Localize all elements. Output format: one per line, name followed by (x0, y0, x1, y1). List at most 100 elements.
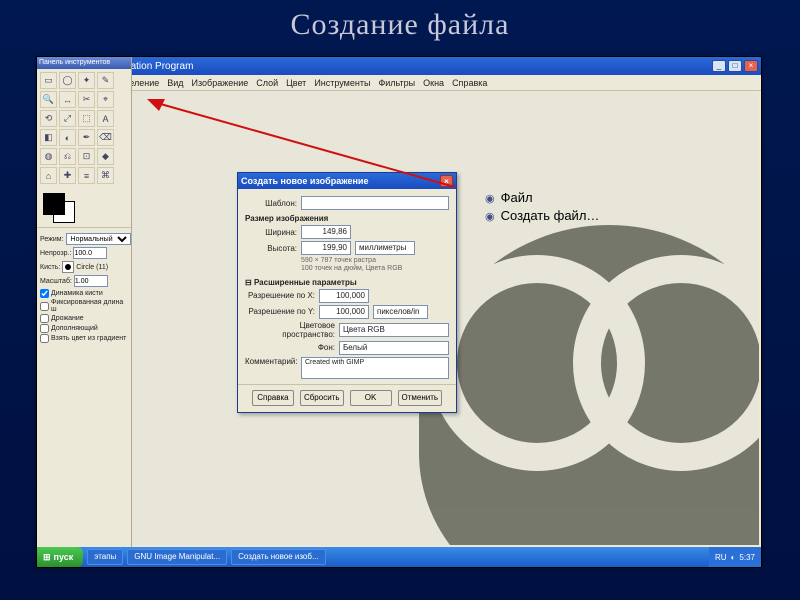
option-check-4[interactable]: Взять цвет из градиент (40, 334, 128, 343)
instruction-bullets: Файл Создать файл… (485, 187, 599, 226)
tool-icon-6[interactable]: ✂ (78, 91, 95, 108)
tool-icon-10[interactable]: ⬚ (78, 110, 95, 127)
tool-icon-2[interactable]: ✦ (78, 72, 95, 89)
foreground-swatch[interactable] (43, 193, 65, 215)
color-swatches[interactable] (41, 193, 127, 223)
app-titlebar: GNU Image Manipulation Program _ □ × (37, 57, 761, 75)
option-check-2[interactable]: Дрожание (40, 314, 128, 323)
width-input[interactable]: 149,86 (301, 225, 351, 239)
bullet-create: Создать файл… (485, 208, 599, 223)
option-checkbox-4[interactable] (40, 334, 49, 343)
reset-button[interactable]: Сбросить (300, 390, 344, 406)
size-section-label: Размер изображения (245, 214, 449, 223)
dpi-info: 100 точек на дюйм, Цвета RGB (301, 265, 449, 273)
tool-icon-17[interactable]: ⎌ (59, 148, 76, 165)
tool-options: Режим: Нормальный Непрозр.: Кисть: Circl… (37, 227, 131, 343)
tool-icon-7[interactable]: ⌖ (97, 91, 114, 108)
tray-icon[interactable]: ◐ (731, 553, 736, 562)
menu-layer[interactable]: Слой (256, 78, 278, 88)
tool-icon-5[interactable]: ↔ (59, 91, 76, 108)
menu-color[interactable]: Цвет (286, 78, 306, 88)
option-check-3[interactable]: Дополняющий (40, 324, 128, 333)
close-button[interactable]: × (744, 60, 758, 72)
tool-icon-0[interactable]: ▭ (40, 72, 57, 89)
option-checkbox-3[interactable] (40, 324, 49, 333)
option-checkbox-1[interactable] (40, 302, 49, 311)
language-indicator[interactable]: RU (715, 553, 727, 562)
option-check-0[interactable]: Динамика кисти (40, 289, 128, 298)
minimize-button[interactable]: _ (712, 60, 726, 72)
slide-title: Создание файла (0, 0, 800, 48)
tool-icon-18[interactable]: ⊡ (78, 148, 95, 165)
tool-icon-13[interactable]: ◐ (59, 129, 76, 146)
tool-icon-19[interactable]: ◆ (97, 148, 114, 165)
resy-label: Разрешение по Y: (245, 307, 315, 316)
cancel-button[interactable]: Отменить (398, 390, 443, 406)
option-check-1[interactable]: Фиксированная длина ш (40, 299, 128, 313)
height-label: Высота: (245, 244, 297, 253)
tool-icon-16[interactable]: ◍ (40, 148, 57, 165)
option-check-label-0: Динамика кисти (51, 290, 103, 297)
tool-icon-1[interactable]: ◯ (59, 72, 76, 89)
mode-label: Режим: (40, 236, 64, 243)
maximize-button[interactable]: □ (728, 60, 742, 72)
resy-input[interactable]: 100,000 (319, 305, 369, 319)
dialog-title: Создать новое изображение (241, 176, 368, 186)
tool-icon-11[interactable]: A (97, 110, 114, 127)
windows-taskbar: ⊞ пуск этапы GNU Image Manipulat... Созд… (37, 547, 761, 567)
start-button[interactable]: ⊞ пуск (37, 547, 83, 567)
mode-select[interactable]: Нормальный (66, 233, 131, 245)
task-item-3[interactable]: Создать новое изоб... (231, 549, 326, 565)
tool-icon-22[interactable]: ≡ (78, 167, 95, 184)
tool-icon-20[interactable]: ⌂ (40, 167, 57, 184)
opacity-input[interactable] (73, 247, 107, 259)
tool-icon-14[interactable]: ✒ (78, 129, 95, 146)
comment-label: Комментарий: (245, 357, 297, 366)
clock: 5:37 (739, 553, 755, 562)
comment-textarea[interactable]: Created with GIMP (301, 357, 449, 379)
app-menubar: Файл Правка Выделение Вид Изображение Сл… (37, 75, 761, 91)
brush-label: Кисть: (40, 264, 60, 271)
menu-tools[interactable]: Инструменты (314, 78, 370, 88)
template-combo[interactable] (301, 196, 449, 210)
option-check-label-2: Дрожание (51, 315, 84, 322)
tool-icon-8[interactable]: ⟲ (40, 110, 57, 127)
width-label: Ширина: (245, 228, 297, 237)
tool-icon-23[interactable]: ⌘ (97, 167, 114, 184)
new-image-dialog: Создать новое изображение × Шаблон: Разм… (237, 172, 457, 413)
option-check-label-1: Фиксированная длина ш (51, 299, 128, 313)
dialog-close-button[interactable]: × (440, 175, 453, 187)
menu-view[interactable]: Вид (167, 78, 183, 88)
tool-icon-12[interactable]: ◧ (40, 129, 57, 146)
fill-combo[interactable]: Белый (339, 341, 449, 355)
ok-button[interactable]: OK (350, 390, 392, 406)
tool-icon-15[interactable]: ⌫ (97, 129, 114, 146)
scale-label: Масштаб: (40, 278, 72, 285)
option-check-label-3: Дополняющий (51, 325, 98, 332)
tool-icon-9[interactable]: ⤢ (59, 110, 76, 127)
tool-icon-21[interactable]: ✚ (59, 167, 76, 184)
height-input[interactable]: 199,90 (301, 241, 351, 255)
resx-label: Разрешение по X: (245, 291, 315, 300)
tool-icon-3[interactable]: ✎ (97, 72, 114, 89)
res-unit-combo[interactable]: пикселов/in (373, 305, 428, 319)
task-item-1[interactable]: этапы (87, 549, 123, 565)
help-button[interactable]: Справка (252, 390, 294, 406)
opacity-label: Непрозр.: (40, 250, 71, 257)
scale-input[interactable] (74, 275, 108, 287)
task-item-2[interactable]: GNU Image Manipulat... (127, 549, 227, 565)
resx-input[interactable]: 100,000 (319, 289, 369, 303)
template-label: Шаблон: (245, 199, 297, 208)
advanced-expander[interactable]: ⊟ Расширенные параметры (245, 278, 449, 287)
menu-help[interactable]: Справка (452, 78, 487, 88)
option-check-label-4: Взять цвет из градиент (51, 335, 126, 342)
menu-filters[interactable]: Фильтры (378, 78, 415, 88)
menu-windows[interactable]: Окна (423, 78, 444, 88)
colorspace-combo[interactable]: Цвета RGB (339, 323, 449, 337)
option-checkbox-0[interactable] (40, 289, 49, 298)
tool-icon-4[interactable]: 🔍 (40, 91, 57, 108)
fill-label: Фон: (245, 343, 335, 352)
unit-combo[interactable]: миллиметры (355, 241, 415, 255)
option-checkbox-2[interactable] (40, 314, 49, 323)
menu-image[interactable]: Изображение (192, 78, 249, 88)
